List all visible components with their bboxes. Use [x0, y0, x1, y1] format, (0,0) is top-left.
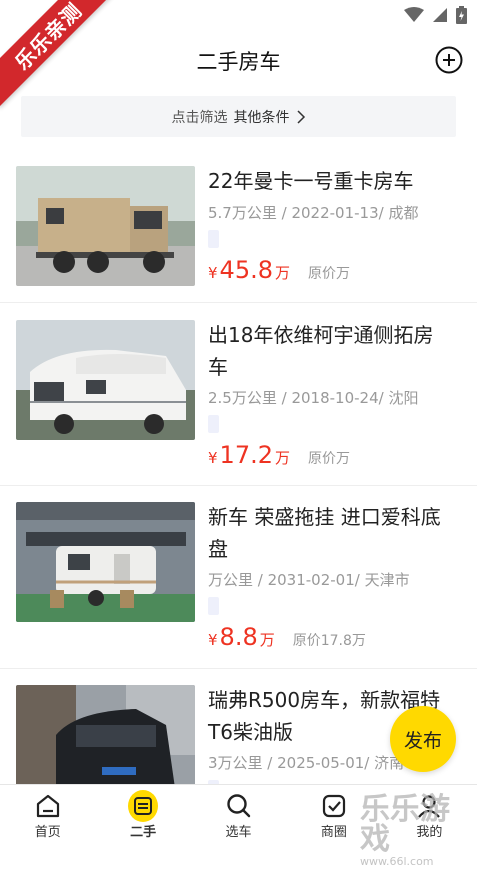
listing-image: [16, 166, 195, 286]
listing-tag: [208, 230, 219, 248]
listing-title: 出18年依维柯宇通侧拓房 车: [208, 323, 434, 379]
listing-price: ¥ 45.8 万 原价万: [208, 256, 350, 284]
add-button[interactable]: [435, 46, 463, 74]
list-item[interactable]: 出18年依维柯宇通侧拓房 车 2.5万公里 / 2018-10-24/ 沈阳 ¥…: [0, 303, 477, 486]
swap-icon: [128, 790, 159, 822]
listing-image: [16, 320, 195, 440]
listing-tag: [208, 415, 219, 433]
listing-meta: 3万公里 / 2025-05-01/ 济南: [208, 754, 405, 772]
listing-meta: 万公里 / 2031-02-01/ 天津市: [208, 571, 410, 589]
tab-mine[interactable]: 我的: [382, 785, 477, 850]
original-price: 原价17.8万: [292, 633, 366, 649]
listing-image: [16, 502, 195, 622]
person-icon: [414, 791, 444, 821]
list-item[interactable]: 新车 荣盛拖挂 进口爱科底 盘 万公里 / 2031-02-01/ 天津市 ¥ …: [0, 486, 477, 669]
list-item[interactable]: 22年曼卡一号重卡房车 5.7万公里 / 2022-01-13/ 成都 ¥ 45…: [0, 148, 477, 303]
listing-price: ¥ 17.2 万 原价万: [208, 441, 350, 469]
battery-icon: [456, 6, 467, 24]
listing-price: ¥ 8.8 万 原价17.8万: [208, 623, 366, 651]
listing-tag: [208, 597, 219, 615]
listing-meta: 5.7万公里 / 2022-01-13/ 成都: [208, 204, 419, 222]
wifi-icon: [404, 7, 424, 22]
tab-used[interactable]: 二手: [95, 785, 190, 850]
status-icons: [404, 6, 467, 24]
tab-business-circle[interactable]: 商圈: [286, 785, 381, 850]
filter-hint: 点击筛选: [171, 109, 228, 126]
filter-bar[interactable]: 点击筛选 其他条件: [21, 96, 456, 137]
tab-home[interactable]: 首页: [0, 785, 95, 850]
listing-title: 22年曼卡一号重卡房车: [208, 169, 414, 193]
nav-bar: 二手房车: [0, 32, 477, 88]
page-title: 二手房车: [196, 50, 281, 74]
original-price: 原价万: [308, 266, 350, 282]
tab-choose-car[interactable]: 选车: [191, 785, 286, 850]
signal-icon: [433, 8, 447, 22]
publish-button[interactable]: 发布: [390, 706, 456, 772]
home-icon: [33, 791, 63, 821]
bottom-tab-bar: 首页 二手 选车 商圈 我的: [0, 784, 477, 850]
original-price: 原价万: [308, 451, 350, 467]
listing-title: 新车 荣盛拖挂 进口爱科底 盘: [208, 505, 441, 561]
chevron-right-icon: [296, 109, 305, 124]
filter-other-conditions: 其他条件: [233, 109, 290, 126]
listing-meta: 2.5万公里 / 2018-10-24/ 沈阳: [208, 389, 419, 407]
check-shield-icon: [319, 791, 349, 821]
search-icon: [224, 791, 254, 821]
